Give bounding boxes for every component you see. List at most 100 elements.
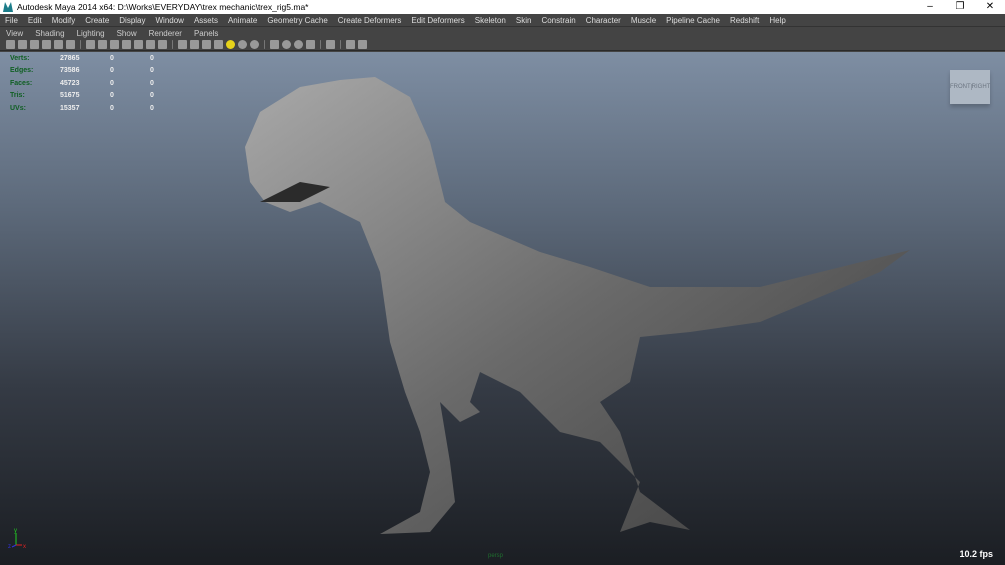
hud-a: 0	[110, 104, 114, 112]
close-button[interactable]: ✕	[975, 0, 1005, 14]
toolbar-tool-icon[interactable]	[178, 40, 187, 49]
toolbar-divider	[172, 40, 173, 49]
hud-label: UVs:	[10, 104, 26, 112]
menu-assets[interactable]: Assets	[189, 16, 223, 25]
panel-menu-show[interactable]: Show	[111, 29, 143, 38]
toolbar-tool-icon[interactable]	[18, 40, 27, 49]
fps-counter: 10.2 fps	[959, 549, 993, 559]
menu-animate[interactable]: Animate	[223, 16, 262, 25]
toolbar-tool-icon[interactable]	[270, 40, 279, 49]
toolbar-tool-icon[interactable]	[54, 40, 63, 49]
menu-create[interactable]: Create	[80, 16, 114, 25]
toolbar-tool-icon[interactable]	[66, 40, 75, 49]
toolbar-tool-icon[interactable]	[122, 40, 131, 49]
maya-logo-icon	[3, 2, 13, 12]
camera-name: persp	[488, 553, 504, 559]
main-menu-bar: File Edit Modify Create Display Window Assets A…	[0, 14, 1005, 27]
hud-value: 27865	[60, 54, 80, 62]
view-cube-right[interactable]: RIGHT	[972, 84, 991, 90]
toolbar-tool-icon[interactable]	[214, 40, 223, 49]
toolbar-tool-icon[interactable]	[158, 40, 167, 49]
menu-skin[interactable]: Skin	[511, 16, 537, 25]
panel-menu-view[interactable]: View	[0, 29, 29, 38]
toolbar-tool-icon[interactable]	[98, 40, 107, 49]
minimize-button[interactable]: –	[915, 0, 945, 14]
toolbar-tool-icon[interactable]	[30, 40, 39, 49]
hud-a: 0	[110, 67, 114, 75]
hud-row: Edges: 73586 0 0	[10, 65, 190, 78]
hud-value: 45723	[60, 79, 80, 87]
toolbar-tool-icon[interactable]	[110, 40, 119, 49]
hud-row: UVs: 15357 0 0	[10, 102, 190, 115]
menu-constrain[interactable]: Constrain	[536, 16, 580, 25]
menu-display[interactable]: Display	[114, 16, 150, 25]
trex-model	[245, 77, 910, 534]
hud-value: 51675	[60, 92, 80, 100]
viewport-3d[interactable]: Verts: 27865 0 0 Edges: 73586 0 0 Faces: 45723 0 0 T…	[0, 52, 1005, 565]
hud-b: 0	[150, 92, 154, 100]
menu-geometry-cache[interactable]: Geometry Cache	[262, 16, 332, 25]
hud-row: Faces: 45723 0 0	[10, 77, 190, 90]
menu-help[interactable]: Help	[764, 16, 790, 25]
hud-b: 0	[150, 79, 154, 87]
view-cube[interactable]: FRONT RIGHT	[950, 70, 990, 104]
toolbar-tool-icon[interactable]	[6, 40, 15, 49]
hud-b: 0	[150, 104, 154, 112]
hud-a: 0	[110, 92, 114, 100]
menu-window[interactable]: Window	[151, 16, 189, 25]
toolbar-tool-icon[interactable]	[326, 40, 335, 49]
menu-redshift[interactable]: Redshift	[725, 16, 764, 25]
menu-modify[interactable]: Modify	[47, 16, 81, 25]
axis-z-label: z	[8, 544, 11, 549]
toolbar-tool-icon[interactable]	[190, 40, 199, 49]
panel-menu-bar: View Shading Lighting Show Renderer Panels	[0, 27, 1005, 39]
toolbar-divider	[340, 40, 341, 49]
menu-create-deformers[interactable]: Create Deformers	[333, 16, 407, 25]
panel-menu-renderer[interactable]: Renderer	[143, 29, 188, 38]
toolbar-tool-icon[interactable]	[202, 40, 211, 49]
panel-menu-lighting[interactable]: Lighting	[71, 29, 111, 38]
hud-label: Edges:	[10, 67, 34, 75]
toolbar-tool-icon[interactable]	[282, 40, 291, 49]
toolbar-tool-icon[interactable]	[358, 40, 367, 49]
toolbar-tool-icon[interactable]	[86, 40, 95, 49]
menu-pipeline-cache[interactable]: Pipeline Cache	[661, 16, 725, 25]
restore-button[interactable]: ❐	[945, 0, 975, 14]
hud-a: 0	[110, 54, 114, 62]
toolbar-divider	[80, 40, 81, 49]
poly-count-hud: Verts: 27865 0 0 Edges: 73586 0 0 Faces: 45723 0 0 T…	[10, 52, 190, 115]
toolbar-tool-icon[interactable]	[134, 40, 143, 49]
toolbar-divider	[264, 40, 265, 49]
axis-gizmo-icon: y x z	[8, 528, 26, 549]
window-title: Autodesk Maya 2014 x64: D:\Works\EVERYDA…	[17, 2, 309, 12]
hud-value: 15357	[60, 104, 80, 112]
toolbar-tool-icon[interactable]	[238, 40, 247, 49]
panel-toolbar	[0, 39, 1005, 51]
panel-menu-shading[interactable]: Shading	[29, 29, 70, 38]
hud-b: 0	[150, 67, 154, 75]
toolbar-divider	[320, 40, 321, 49]
panel-menu-panels[interactable]: Panels	[188, 29, 224, 38]
hud-label: Verts:	[10, 54, 30, 62]
toolbar-tool-icon[interactable]	[306, 40, 315, 49]
menu-edit-deformers[interactable]: Edit Deformers	[406, 16, 469, 25]
menu-muscle[interactable]: Muscle	[626, 16, 661, 25]
toolbar-tool-icon[interactable]	[294, 40, 303, 49]
axis-y-label: y	[14, 528, 17, 534]
title-bar: Autodesk Maya 2014 x64: D:\Works\EVERYDA…	[0, 0, 1005, 14]
hud-row: Verts: 27865 0 0	[10, 52, 190, 65]
axis-x-label: x	[23, 544, 26, 549]
toolbar-tool-icon[interactable]	[42, 40, 51, 49]
menu-edit[interactable]: Edit	[23, 16, 47, 25]
view-cube-front[interactable]: FRONT	[950, 84, 972, 90]
hud-label: Tris:	[10, 92, 25, 100]
toolbar-tool-icon[interactable]	[146, 40, 155, 49]
toolbar-tool-icon[interactable]	[250, 40, 259, 49]
toolbar-tool-icon[interactable]	[346, 40, 355, 49]
toolbar-tool-icon[interactable]	[226, 40, 235, 49]
menu-skeleton[interactable]: Skeleton	[470, 16, 511, 25]
menu-character[interactable]: Character	[581, 16, 626, 25]
hud-row: Tris: 51675 0 0	[10, 90, 190, 103]
menu-file[interactable]: File	[0, 16, 23, 25]
hud-b: 0	[150, 54, 154, 62]
